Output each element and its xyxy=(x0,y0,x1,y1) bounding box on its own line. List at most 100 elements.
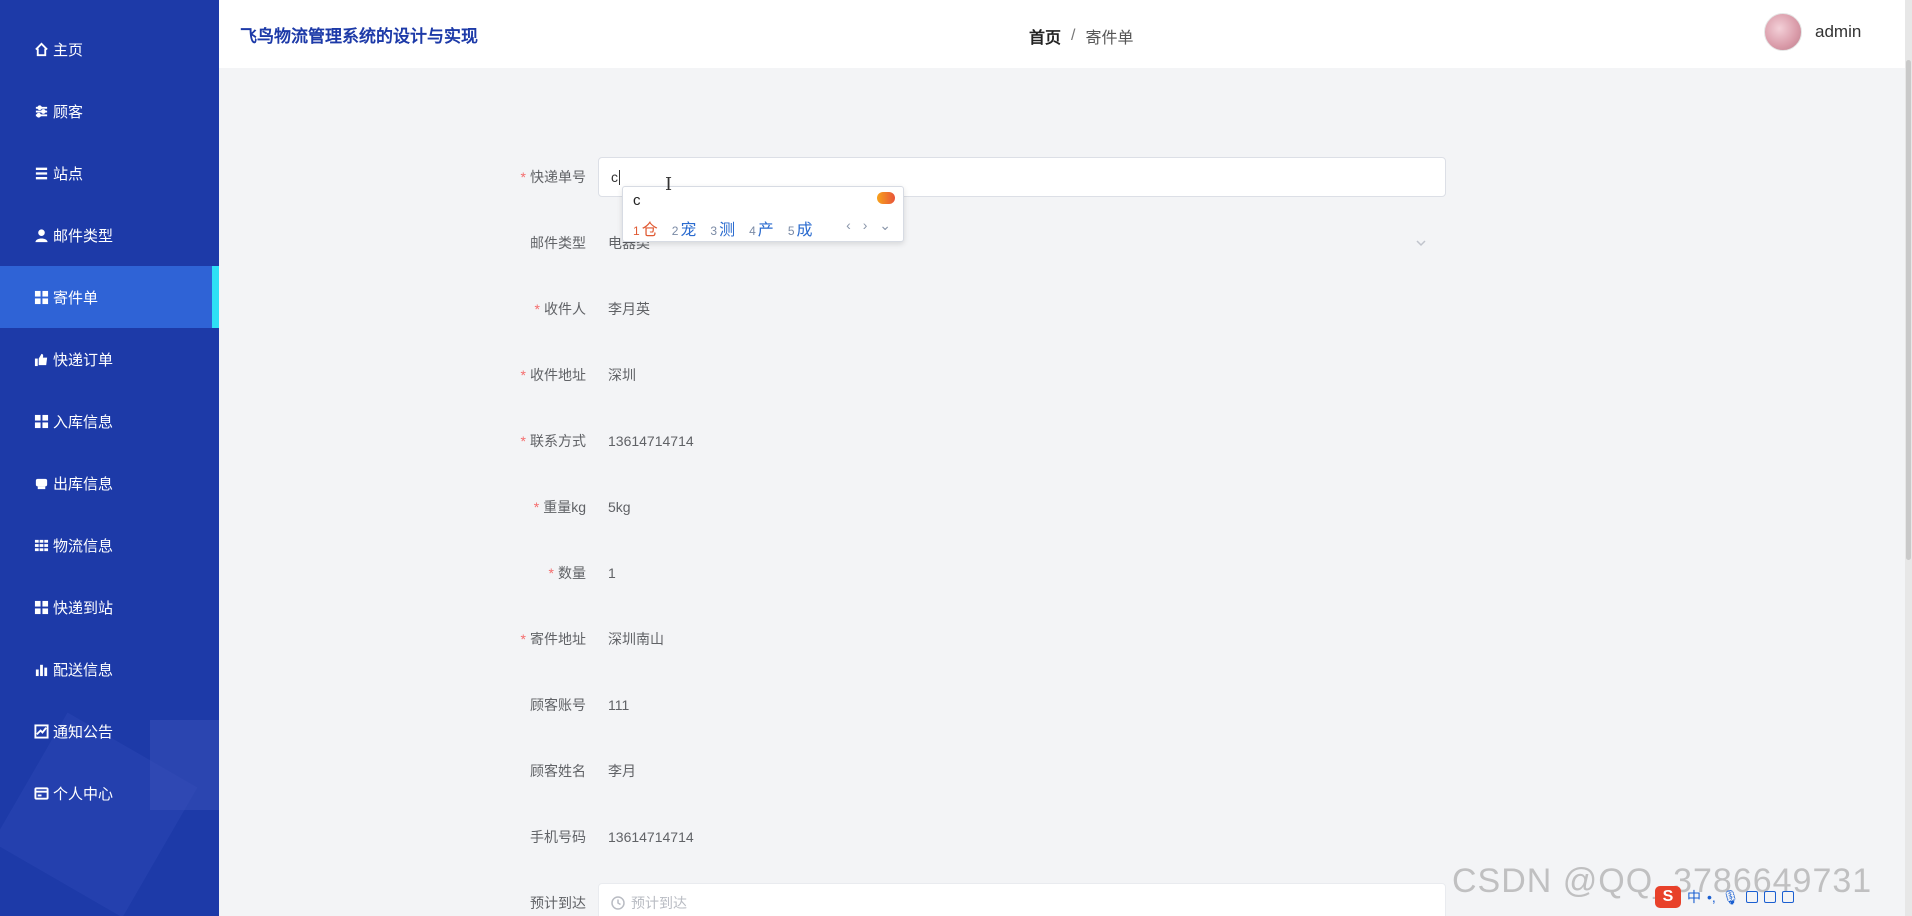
keyboard-icon[interactable] xyxy=(1745,891,1758,903)
form-row-recipient: * 收件人 李月英 xyxy=(460,289,1456,329)
sidebar-item-outbound[interactable]: 出库信息 xyxy=(0,452,219,514)
recipient-address-field[interactable]: 深圳 xyxy=(598,365,636,385)
phone-field[interactable]: 13614714714 xyxy=(598,829,694,845)
sidebar-item-notices[interactable]: 通知公告 xyxy=(0,700,219,762)
sidebar-item-label: 寄件单 xyxy=(53,289,99,307)
contact-field[interactable]: 13614714714 xyxy=(598,433,694,449)
sidebar-item-label: 站点 xyxy=(53,165,84,183)
sidebar-item-express-orders[interactable]: 快递订单 xyxy=(0,328,219,390)
thumbs-up-icon xyxy=(33,351,49,367)
sidebar-item-profile[interactable]: 个人中心 xyxy=(0,762,219,824)
sidebar-item-label: 入库信息 xyxy=(53,413,114,431)
ime-candidates: 1仓 2宠 3测 4产 5成 xyxy=(633,216,813,240)
form-label: * 收件地址 xyxy=(520,367,586,383)
scrollbar-thumb[interactable] xyxy=(1906,60,1911,560)
sidebar-item-label: 主页 xyxy=(53,41,84,59)
grid-icon xyxy=(33,413,49,429)
recipient-field[interactable]: 李月英 xyxy=(598,299,650,319)
breadcrumb-separator: / xyxy=(1071,27,1076,44)
form-row-sender-address: * 寄件地址 深圳南山 xyxy=(460,619,1456,659)
sidebar-item-label: 快递到站 xyxy=(53,599,114,617)
customer-name-field[interactable]: 李月 xyxy=(598,761,636,781)
form-label: 顾客账号 xyxy=(530,697,586,713)
ime-composition: c xyxy=(633,192,641,209)
table-icon xyxy=(33,537,49,553)
sidebar-item-label: 顾客 xyxy=(53,103,84,121)
form-row-weight: * 重量kg 5kg xyxy=(460,487,1456,527)
customer-account-field[interactable]: 111 xyxy=(598,697,629,713)
sidebar-item-mail-types[interactable]: 邮件类型 xyxy=(0,204,219,266)
sidebar-item-label: 邮件类型 xyxy=(53,227,114,245)
sogou-logo-icon[interactable]: S xyxy=(1655,886,1681,908)
ime-candidate[interactable]: 1仓 xyxy=(633,216,658,240)
bar-chart-icon xyxy=(33,661,49,677)
list-icon xyxy=(33,165,49,181)
form-row-customer-name: 顾客姓名 李月 xyxy=(460,751,1456,791)
sidebar-item-arrivals[interactable]: 快递到站 xyxy=(0,576,219,638)
sidebar-item-home[interactable]: 主页 xyxy=(0,18,219,80)
ime-candidate[interactable]: 2宠 xyxy=(672,216,697,240)
breadcrumb-home[interactable]: 首页 xyxy=(1029,24,1061,48)
avatar[interactable] xyxy=(1764,13,1802,51)
form-row-quantity: * 数量 1 xyxy=(460,553,1456,593)
breadcrumb: 首页 / 寄件单 xyxy=(1029,24,1133,48)
chevron-down-icon xyxy=(1416,235,1426,247)
form-label: 邮件类型 xyxy=(530,235,586,251)
form-row-eta: 预计到达 预计到达 xyxy=(460,883,1456,916)
apps-icon[interactable] xyxy=(1781,891,1794,903)
sidebar-item-label: 出库信息 xyxy=(53,475,114,493)
sidebar-item-label: 物流信息 xyxy=(53,537,114,555)
sidebar-item-delivery[interactable]: 配送信息 xyxy=(0,638,219,700)
form-label: * 联系方式 xyxy=(520,433,586,449)
ime-logo-icon xyxy=(877,192,895,204)
form-label: * 收件人 xyxy=(534,301,586,317)
microphone-icon[interactable]: 🎙 xyxy=(1722,889,1740,906)
sidebar-item-stations[interactable]: 站点 xyxy=(0,142,219,204)
sidebar-item-label: 快递订单 xyxy=(53,351,114,369)
sidebar-item-shipments[interactable]: 寄件单 xyxy=(0,266,219,328)
top-header: 飞鸟物流管理系统的设计与实现 首页 / 寄件单 admin xyxy=(219,0,1912,68)
form-label: * 寄件地址 xyxy=(520,631,586,647)
sidebar-item-customers[interactable]: 顾客 xyxy=(0,80,219,142)
form-label: 顾客姓名 xyxy=(530,763,586,779)
skin-icon[interactable] xyxy=(1763,891,1776,903)
ime-candidate[interactable]: 3测 xyxy=(710,216,735,240)
username[interactable]: admin xyxy=(1815,22,1861,42)
breadcrumb-current: 寄件单 xyxy=(1085,30,1134,47)
form-label: 预计到达 xyxy=(530,895,586,911)
clock-icon xyxy=(611,896,625,910)
eta-date-picker[interactable]: 预计到达 xyxy=(598,883,1446,916)
sidebar-item-label: 个人中心 xyxy=(53,785,114,803)
ime-candidate[interactable]: 4产 xyxy=(749,216,774,240)
form-row-tracking-no: * 快递单号 c xyxy=(460,157,1456,197)
text-caret xyxy=(619,169,620,185)
quantity-field[interactable]: 1 xyxy=(598,565,616,581)
form-label: 手机号码 xyxy=(530,829,586,845)
sidebar-item-inbound[interactable]: 入库信息 xyxy=(0,390,219,452)
ime-page-nav[interactable]: ‹ › ⌄ xyxy=(846,217,895,234)
grid-icon xyxy=(33,599,49,615)
form-label: * 重量kg xyxy=(533,499,586,515)
sidebar-item-label: 通知公告 xyxy=(53,723,114,741)
i-beam-cursor-icon: I xyxy=(665,174,673,195)
card-icon xyxy=(33,785,49,801)
form-row-customer-account: 顾客账号 111 xyxy=(460,685,1456,725)
sidebar: 主页 顾客 站点 邮件类型 寄件单 快递订单 入库信息 出库信息 物流信息 快递… xyxy=(0,0,219,916)
grid-icon xyxy=(33,289,49,305)
ime-candidate[interactable]: 5成 xyxy=(788,216,813,240)
sidebar-item-label: 配送信息 xyxy=(53,661,114,679)
weight-field[interactable]: 5kg xyxy=(598,499,631,515)
sliders-icon xyxy=(33,103,49,119)
ime-status-bar: S 中 •, 🎙 xyxy=(1655,884,1855,910)
line-chart-icon xyxy=(33,723,49,739)
home-icon xyxy=(33,41,49,57)
punctuation-icon[interactable]: •, xyxy=(1707,889,1716,905)
ime-mode-indicator[interactable]: 中 xyxy=(1687,887,1701,907)
form-row-recipient-address: * 收件地址 深圳 xyxy=(460,355,1456,395)
printer-icon xyxy=(33,475,49,491)
page-scrollbar[interactable] xyxy=(1905,0,1912,916)
sender-address-field[interactable]: 深圳南山 xyxy=(598,629,664,649)
sidebar-item-logistics[interactable]: 物流信息 xyxy=(0,514,219,576)
app-title: 飞鸟物流管理系统的设计与实现 xyxy=(240,27,478,46)
user-icon xyxy=(33,227,49,243)
